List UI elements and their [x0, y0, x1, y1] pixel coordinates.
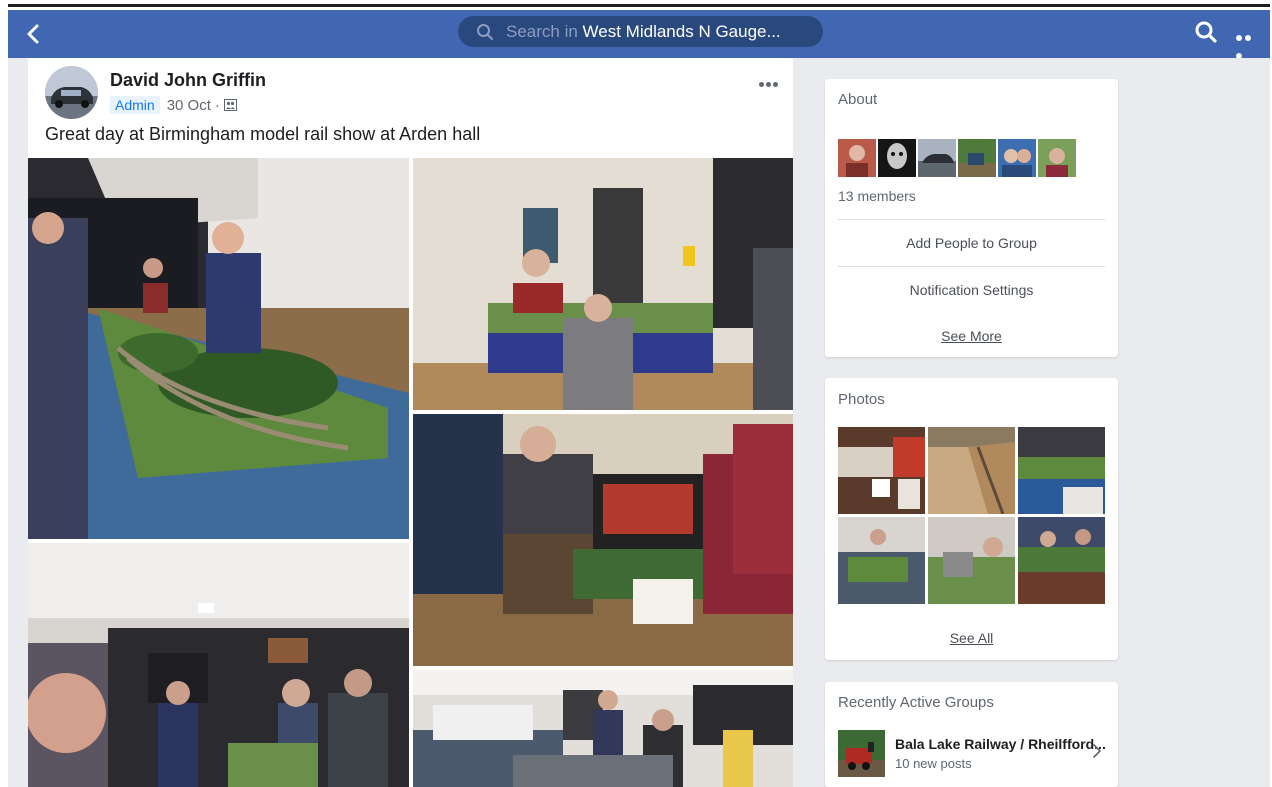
- group-thumbnail: [838, 730, 885, 777]
- post-photo[interactable]: [28, 158, 409, 539]
- member-thumbnails: [838, 139, 1076, 177]
- author-avatar[interactable]: [45, 66, 98, 119]
- post-photo[interactable]: [413, 414, 793, 666]
- search-icon[interactable]: [1194, 20, 1218, 44]
- recent-groups-card: Recently Active Groups Bala Lake Railway…: [825, 682, 1118, 787]
- photo-thumbnail[interactable]: [928, 517, 1015, 604]
- member-avatar[interactable]: [998, 139, 1036, 177]
- search-icon: [477, 24, 493, 40]
- member-avatar[interactable]: [1038, 139, 1076, 177]
- search-placeholder: Search in West Midlands N Gauge...: [506, 22, 781, 42]
- photo-thumbnail[interactable]: [928, 427, 1015, 514]
- search-prefix: Search in: [506, 22, 583, 41]
- post-text: Great day at Birmingham model rail show …: [45, 124, 481, 144]
- see-more-link[interactable]: See More: [825, 328, 1118, 344]
- divider: [838, 266, 1105, 267]
- post-photo[interactable]: [28, 543, 409, 787]
- member-avatar[interactable]: [878, 139, 916, 177]
- author-name[interactable]: David John Griffin: [110, 70, 266, 91]
- about-title: About: [838, 91, 878, 108]
- recent-groups-title: Recently Active Groups: [838, 694, 994, 711]
- photos-card: Photos See All: [825, 378, 1118, 660]
- divider: [838, 219, 1105, 220]
- more-horizontal-icon[interactable]: [759, 74, 781, 87]
- admin-badge: Admin: [110, 96, 160, 114]
- post-meta: Admin 30 Oct ·: [110, 96, 237, 114]
- post-timestamp[interactable]: 30 Oct: [167, 97, 211, 114]
- top-border: [8, 4, 1270, 7]
- chevron-left-icon[interactable]: [22, 22, 46, 46]
- member-avatar[interactable]: [958, 139, 996, 177]
- post-photo[interactable]: [413, 670, 793, 787]
- photo-thumbnail[interactable]: [1018, 427, 1105, 514]
- group-name: Bala Lake Railway / Rheilfford...: [895, 736, 1106, 752]
- chevron-right-icon: [1093, 744, 1101, 758]
- top-navigation-bar: Search in West Midlands N Gauge...: [8, 10, 1270, 59]
- member-avatar[interactable]: [838, 139, 876, 177]
- recent-group-item[interactable]: Bala Lake Railway / Rheilfford... 10 new…: [838, 730, 1106, 780]
- group-post: David John Griffin Admin 30 Oct · Great …: [28, 58, 793, 787]
- search-group-name: West Midlands N Gauge...: [582, 22, 781, 41]
- photo-thumbnail[interactable]: [1018, 517, 1105, 604]
- about-card: About 13 members Add People to Group Not…: [825, 79, 1118, 357]
- see-all-link[interactable]: See All: [825, 630, 1118, 646]
- photo-thumbnail[interactable]: [838, 517, 925, 604]
- meta-separator: ·: [214, 96, 220, 114]
- post-photo[interactable]: [413, 158, 793, 410]
- group-audience-icon: [223, 99, 237, 111]
- group-search-input[interactable]: Search in West Midlands N Gauge...: [458, 16, 823, 47]
- notification-settings-button[interactable]: Notification Settings: [825, 282, 1118, 298]
- add-people-button[interactable]: Add People to Group: [825, 235, 1118, 251]
- member-count: 13 members: [838, 188, 916, 204]
- photos-title: Photos: [838, 391, 885, 408]
- member-avatar[interactable]: [918, 139, 956, 177]
- group-activity: 10 new posts: [895, 756, 972, 771]
- photo-thumbnail[interactable]: [838, 427, 925, 514]
- more-horizontal-icon[interactable]: [1236, 28, 1262, 59]
